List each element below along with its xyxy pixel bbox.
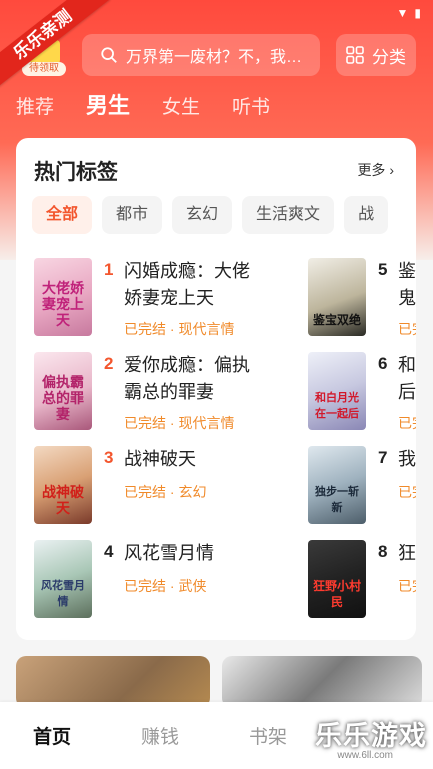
chip-urban[interactable]: 都市 [102, 196, 163, 234]
tab-male[interactable]: 男生 [86, 88, 130, 120]
chip-all[interactable]: 全部 [32, 196, 93, 234]
rank-number: 4 [104, 542, 114, 561]
book-item[interactable]: 大佬娇妻宠上天 1 闪婚成瘾：大佬 娇妻宠上天 已完结 · 现代言情 [34, 258, 284, 340]
book-meta: 已完 [398, 415, 416, 431]
book-cover: 独步一斩新 [308, 446, 366, 524]
book-item[interactable]: 和白月光在一起后 6 和 后 已完 [308, 352, 416, 434]
cover-title: 独步一斩新 [315, 486, 359, 514]
book-meta: 已完结 · 现代言情 [124, 321, 235, 337]
cover-title: 战神破天 [42, 484, 84, 516]
nav-bookshelf[interactable]: 书架 [249, 722, 287, 749]
book-title-line2: 霸总的罪妻 [124, 382, 214, 402]
book-title-line1: 爱你成瘾：偏执 [124, 355, 250, 375]
cover-title: 风花雪月情 [41, 580, 85, 608]
book-item[interactable]: 鉴宝双绝 5 鉴 鬼 已完 [308, 258, 416, 340]
tab-recommend[interactable]: 推荐 [16, 92, 54, 119]
rank-number: 5 [378, 260, 388, 279]
status-bar: ▼ ▮ [397, 6, 422, 20]
section-title: 热门标签 [34, 161, 118, 184]
cover-title: 和白月光在一起后 [315, 392, 359, 420]
classify-button[interactable]: 分类 [336, 34, 416, 76]
grid-icon [346, 46, 364, 64]
rank-number: 1 [104, 260, 114, 279]
book-title-line1: 闪婚成瘾：大佬 [124, 261, 250, 281]
book-item[interactable]: 风花雪月情 4 风花雪月情 已完结 · 武侠 [34, 540, 284, 622]
tab-audiobook[interactable]: 听书 [232, 92, 270, 119]
channel-tabs: 推荐 男生 女生 听书 [16, 88, 302, 120]
wifi-icon: ▼ [396, 6, 409, 20]
cover-title: 狂野小村民 [312, 579, 361, 609]
book-meta: 已完结 · 武侠 [124, 578, 207, 594]
book-cover: 风花雪月情 [34, 540, 92, 618]
book-title: 我 [398, 449, 416, 469]
tab-female[interactable]: 女生 [162, 92, 200, 119]
hot-tags-card: 热门标签 更多 › 全部 都市 玄幻 生活爽文 战 大佬娇妻宠上天 1 闪婚成瘾… [16, 138, 416, 640]
cover-title: 偏执霸总的罪妻 [42, 374, 84, 422]
book-cover: 大佬娇妻宠上天 [34, 258, 92, 336]
book-cover: 狂野小村民 [308, 540, 366, 618]
book-item[interactable]: 偏执霸总的罪妻 2 爱你成瘾：偏执 霸总的罪妻 已完结 · 现代言情 [34, 352, 284, 434]
watermark-logo: 乐乐游戏 [315, 721, 427, 751]
tag-chips: 全部 都市 玄幻 生活爽文 战 [32, 196, 389, 234]
cover-title: 大佬娇妻宠上天 [42, 280, 84, 328]
book-title: 狂 [398, 543, 416, 563]
book-title-line1: 和 [398, 355, 416, 375]
rank-number: 6 [378, 354, 388, 373]
classify-label: 分类 [372, 47, 406, 67]
book-cover: 和白月光在一起后 [308, 352, 366, 430]
book-title-line2: 娇妻宠上天 [124, 288, 214, 308]
more-label: 更多 [357, 162, 386, 178]
book-title: 战神破天 [124, 449, 196, 469]
book-item[interactable]: 独步一斩新 7 我 已完 [308, 446, 416, 528]
more-link[interactable]: 更多 › [357, 160, 394, 180]
chip-life[interactable]: 生活爽文 [242, 196, 335, 234]
battery-icon: ▮ [414, 6, 421, 20]
book-cover: 战神破天 [34, 446, 92, 524]
cover-title: 鉴宝双绝 [312, 313, 361, 327]
book-meta: 已完结 · 玄幻 [124, 484, 207, 500]
rank-number: 7 [378, 448, 388, 467]
nav-home[interactable]: 首页 [33, 722, 71, 749]
book-title-line1: 鉴 [398, 261, 416, 281]
book-meta: 已完结 · 现代言情 [124, 415, 235, 431]
book-item[interactable]: 战神破天 3 战神破天 已完结 · 玄幻 [34, 446, 284, 528]
book-meta: 已完 [398, 484, 416, 500]
gift-tag: 待领取 [22, 62, 66, 76]
rank-number: 3 [104, 448, 114, 467]
chip-fantasy[interactable]: 玄幻 [172, 196, 233, 234]
book-cover: 鉴宝双绝 [308, 258, 366, 336]
book-cover: 偏执霸总的罪妻 [34, 352, 92, 430]
chip-war[interactable]: 战 [344, 196, 389, 234]
book-title-line2: 后 [398, 382, 416, 402]
banner-card[interactable] [222, 656, 422, 708]
promo-banners [16, 656, 433, 708]
book-title: 风花雪月情 [124, 543, 214, 563]
book-title-line2: 鬼 [398, 288, 416, 308]
book-item[interactable]: 狂野小村民 8 狂 已完 [308, 540, 416, 622]
watermark-url: www.6ll.com [337, 750, 393, 761]
search-bar[interactable]: 万界第一废材？不，我… [82, 34, 320, 76]
rank-number: 8 [378, 542, 388, 561]
search-icon [101, 47, 117, 63]
rank-number: 2 [104, 354, 114, 373]
book-meta: 已完 [398, 321, 416, 337]
search-placeholder: 万界第一废材？不，我… [126, 49, 303, 66]
chevron-right-icon: › [389, 162, 394, 178]
banner-card[interactable] [16, 656, 210, 708]
book-meta: 已完 [398, 578, 416, 594]
nav-earn[interactable]: 赚钱 [141, 722, 179, 749]
